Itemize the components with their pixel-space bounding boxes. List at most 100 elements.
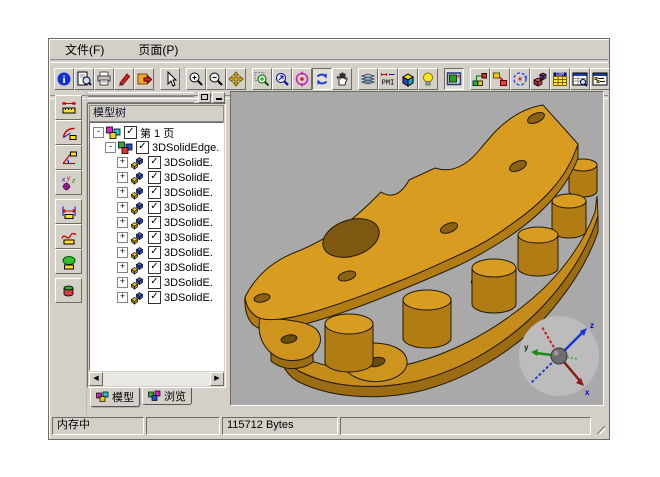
checkbox[interactable]: ✓ xyxy=(148,261,161,274)
info-button[interactable] xyxy=(54,68,74,90)
cad-model-canvas[interactable]: z x y xyxy=(231,92,603,405)
layers-button[interactable] xyxy=(358,68,378,90)
pan-button[interactable] xyxy=(226,68,246,90)
panel-hide-button[interactable] xyxy=(212,92,225,103)
expand-icon[interactable]: + xyxy=(117,232,128,243)
rotate-center-button[interactable] xyxy=(292,68,312,90)
panel-caption: 模型树 xyxy=(89,105,224,122)
tree-row-part[interactable]: + ✓ 3DSolidE. xyxy=(90,230,223,245)
checkbox[interactable]: ✓ xyxy=(148,201,161,214)
measure-length-button[interactable] xyxy=(55,95,82,120)
roller xyxy=(472,259,516,313)
measure-coordinate-icon xyxy=(61,175,77,191)
expand-icon[interactable]: + xyxy=(117,187,128,198)
part-node-icon xyxy=(130,201,145,215)
viewport-3d[interactable]: z x y xyxy=(230,91,604,406)
collapse-icon[interactable]: - xyxy=(93,127,104,138)
status-memory: 内存中 xyxy=(52,417,144,435)
checkbox[interactable]: ✓ xyxy=(148,186,161,199)
model-tree-button[interactable] xyxy=(470,68,490,90)
expand-icon[interactable]: + xyxy=(117,202,128,213)
spin-icon xyxy=(512,71,528,87)
tree-row-part[interactable]: + ✓ 3DSolidE. xyxy=(90,185,223,200)
bom-button[interactable] xyxy=(550,68,570,90)
explode-button[interactable] xyxy=(530,68,550,90)
tree-row-part[interactable]: + ✓ 3DSolidE. xyxy=(90,200,223,215)
checkbox[interactable]: ✓ xyxy=(148,276,161,289)
measure-distance-button[interactable] xyxy=(55,199,82,224)
menu-item-page[interactable]: 页面(P) xyxy=(134,40,182,59)
tree-row-part[interactable]: + ✓ 3DSolidE. xyxy=(90,290,223,305)
scroll-track[interactable] xyxy=(103,372,210,386)
zoom-out-button[interactable] xyxy=(206,68,226,90)
measure-angle-button[interactable] xyxy=(55,145,82,170)
measure-curve-button[interactable] xyxy=(55,224,82,249)
measure-coordinate-button[interactable] xyxy=(55,170,82,195)
menu-item-file[interactable]: 文件(F) xyxy=(61,40,108,59)
tree-row-page[interactable]: - ✓ 第 1 页 xyxy=(90,125,223,140)
measure-volume-button[interactable] xyxy=(55,278,82,303)
render-mode-button[interactable] xyxy=(398,68,418,90)
scroll-right-button[interactable]: ▶ xyxy=(210,372,224,386)
checkbox[interactable]: ✓ xyxy=(124,126,137,139)
tab-browse[interactable]: 浏览 xyxy=(142,388,192,405)
tree-label: 3DSolidE. xyxy=(164,172,213,184)
checkbox[interactable]: ✓ xyxy=(148,231,161,244)
rotate-button[interactable] xyxy=(312,68,332,90)
expand-icon[interactable]: + xyxy=(117,262,128,273)
tree-row-part[interactable]: + ✓ 3DSolidE. xyxy=(90,215,223,230)
expand-icon[interactable]: + xyxy=(117,172,128,183)
hand-pan-button[interactable] xyxy=(332,68,352,90)
tree-row-part[interactable]: + ✓ 3DSolidE. xyxy=(90,170,223,185)
print-preview-button[interactable] xyxy=(74,68,94,90)
measure-volume-icon xyxy=(61,283,77,299)
zoom-select-button[interactable] xyxy=(272,68,292,90)
expand-icon[interactable]: + xyxy=(117,217,128,228)
tab-model[interactable]: 模型 xyxy=(90,388,140,407)
tree-row-part[interactable]: + ✓ 3DSolidE. xyxy=(90,155,223,170)
light-button[interactable] xyxy=(418,68,438,90)
zoom-in-button[interactable] xyxy=(186,68,206,90)
axis-trackball[interactable]: z x y xyxy=(519,316,599,397)
axis-x-label: x xyxy=(585,388,590,397)
page-node-icon xyxy=(106,126,121,140)
panel-float-button[interactable] xyxy=(198,92,211,103)
measure-radius-button[interactable] xyxy=(55,120,82,145)
checkbox[interactable]: ✓ xyxy=(136,141,149,154)
checkbox[interactable]: ✓ xyxy=(148,216,161,229)
redline-button[interactable] xyxy=(114,68,134,90)
checkbox[interactable]: ✓ xyxy=(148,156,161,169)
checkbox[interactable]: ✓ xyxy=(148,291,161,304)
attribute-table-button[interactable] xyxy=(570,68,590,90)
collapse-icon[interactable]: - xyxy=(105,142,116,153)
tree-label: 3DSolidE. xyxy=(164,262,213,274)
measure-angle-icon xyxy=(61,150,77,166)
zoom-window-button[interactable] xyxy=(252,68,272,90)
tree-row-part[interactable]: + ✓ 3DSolidE. xyxy=(90,275,223,290)
expand-icon[interactable]: + xyxy=(117,277,128,288)
spin-button[interactable] xyxy=(510,68,530,90)
tree-row-part[interactable]: + ✓ 3DSolidE. xyxy=(90,260,223,275)
structure-tree-button[interactable] xyxy=(590,68,610,90)
print-button[interactable] xyxy=(94,68,114,90)
measure-area-button[interactable] xyxy=(55,249,82,274)
checkbox[interactable]: ✓ xyxy=(148,246,161,259)
tree-row-assembly[interactable]: - ✓ 3DSolidEdge. xyxy=(90,140,223,155)
expand-icon[interactable]: + xyxy=(117,247,128,258)
export-button[interactable] xyxy=(134,68,154,90)
move-copy-button[interactable] xyxy=(490,68,510,90)
zoom-select-icon xyxy=(274,71,290,87)
scroll-left-button[interactable]: ◀ xyxy=(89,372,103,386)
expand-icon[interactable]: + xyxy=(117,292,128,303)
select-button[interactable] xyxy=(160,68,180,90)
expand-icon[interactable]: + xyxy=(117,157,128,168)
pmi-button[interactable] xyxy=(378,68,398,90)
resize-grip[interactable] xyxy=(593,417,606,435)
panel-drag-handle[interactable] xyxy=(88,91,194,104)
checkbox[interactable]: ✓ xyxy=(148,171,161,184)
roller xyxy=(325,314,373,372)
rotate-icon xyxy=(314,71,330,87)
tree-row-part[interactable]: + ✓ 3DSolidE. xyxy=(90,245,223,260)
full-window-button[interactable] xyxy=(444,68,464,90)
measure-radius-icon xyxy=(61,125,77,141)
